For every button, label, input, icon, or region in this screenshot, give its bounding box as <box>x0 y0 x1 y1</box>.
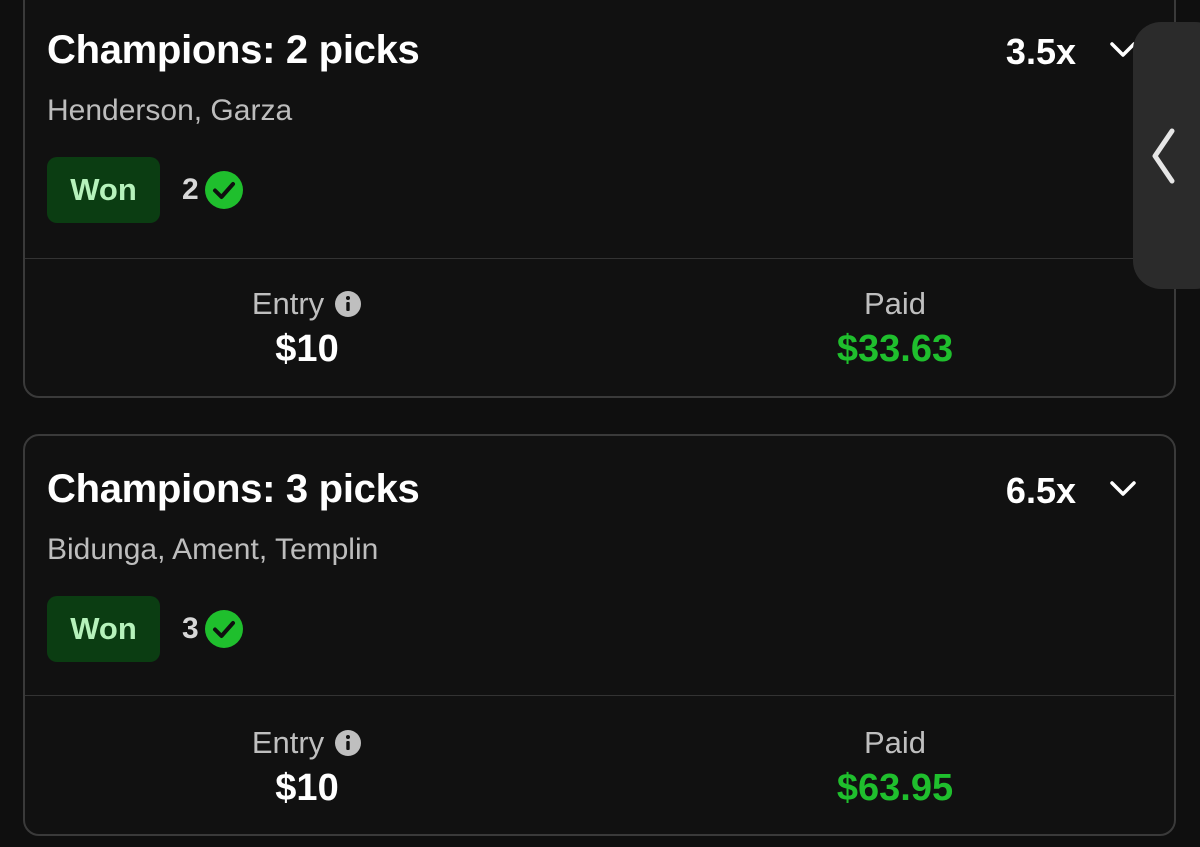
side-panel-handle[interactable] <box>1133 22 1200 289</box>
correct-count: 2 <box>182 173 199 206</box>
check-circle-icon <box>204 610 243 648</box>
entry-stat: Entry $10 <box>207 725 407 810</box>
chevron-down-icon[interactable] <box>1106 472 1140 506</box>
correct-count: 3 <box>182 612 199 645</box>
payout-multiplier: 6.5x <box>1005 470 1076 511</box>
entry-stat: Entry $10 <box>207 286 407 371</box>
paid-label: Paid <box>863 286 927 321</box>
entries-list: Champions: 2 picks 3.5x Henderson, Garza… <box>0 0 1200 847</box>
picked-players: Bidunga, Ament, Templin <box>47 533 379 566</box>
status-row: Won 3 <box>47 596 243 662</box>
check-circle-icon <box>204 171 243 209</box>
chevron-left-icon <box>1152 128 1175 183</box>
info-icon[interactable] <box>334 729 362 757</box>
payout-multiplier: 3.5x <box>1005 31 1076 72</box>
divider <box>25 258 1174 259</box>
entry-title: Champions: 2 picks <box>47 28 420 72</box>
info-icon[interactable] <box>334 290 362 318</box>
status-badge: Won <box>47 596 160 662</box>
entry-label: Entry <box>251 286 325 321</box>
status-row: Won 2 <box>47 157 243 223</box>
picked-players: Henderson, Garza <box>47 94 293 127</box>
paid-amount: $63.95 <box>836 767 954 809</box>
entry-amount: $10 <box>275 767 339 809</box>
divider <box>25 695 1174 696</box>
paid-stat: Paid $63.95 <box>795 725 995 810</box>
entry-card[interactable]: Champions: 3 picks 6.5x Bidunga, Ament, … <box>23 434 1176 836</box>
entry-title: Champions: 3 picks <box>47 467 420 511</box>
status-badge: Won <box>47 157 160 223</box>
entry-card[interactable]: Champions: 2 picks 3.5x Henderson, Garza… <box>23 0 1176 398</box>
paid-amount: $33.63 <box>836 328 954 370</box>
paid-stat: Paid $33.63 <box>795 286 995 371</box>
entry-label: Entry <box>251 725 325 760</box>
paid-label: Paid <box>863 725 927 760</box>
entry-amount: $10 <box>275 328 339 370</box>
